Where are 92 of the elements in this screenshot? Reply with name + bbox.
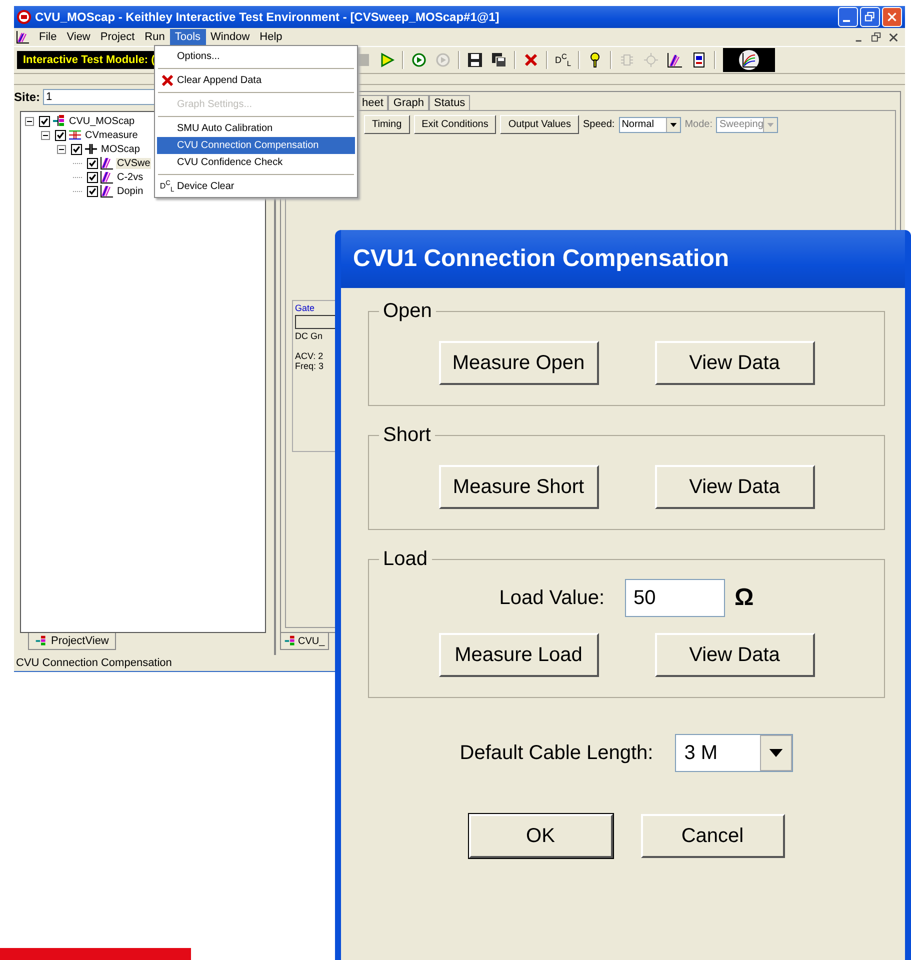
close-icon (886, 11, 898, 23)
hierarchy-icon (52, 114, 66, 128)
graph-icon[interactable] (667, 52, 684, 68)
minimize-button[interactable] (838, 7, 858, 27)
save-icon[interactable] (467, 52, 483, 68)
dialog-button[interactable]: OK (468, 814, 612, 858)
editor-tab[interactable]: Graph (388, 95, 429, 110)
restore-icon (864, 11, 876, 23)
collapse-icon[interactable] (57, 144, 66, 154)
tree-item[interactable]: CVSwe (116, 158, 152, 168)
graph-icon (16, 30, 30, 44)
editor-button[interactable]: Exit Conditions (414, 115, 496, 134)
status-text: CVU Connection Compensation (16, 657, 172, 669)
checkbox[interactable] (55, 130, 66, 140)
dialog-title: CVU1 Connection Compensation (353, 245, 730, 273)
hierarchy-icon (35, 635, 47, 647)
checkbox[interactable] (87, 186, 98, 196)
caret-icon (769, 749, 784, 757)
close-button[interactable] (882, 7, 902, 27)
delete-icon[interactable] (523, 52, 539, 68)
group-title: Open (382, 300, 433, 323)
cable-length-label: Default Cable Length: (460, 742, 654, 764)
editor-tab[interactable]: heet (357, 95, 388, 110)
restore-button[interactable] (860, 7, 880, 27)
cable-length-dropdown[interactable]: 3 M (675, 734, 794, 772)
tree-item[interactable]: Dopin (116, 186, 144, 196)
menu-item[interactable]: View (62, 29, 96, 45)
gate-setting: ACV: 2 (295, 351, 324, 361)
document-tab[interactable]: CVU_ (280, 633, 329, 650)
graph-icon (100, 184, 114, 198)
menu-item[interactable]: Help (254, 29, 288, 45)
menu-item[interactable]: File (34, 29, 62, 45)
speed-label: Speed: (582, 119, 615, 130)
hierarchy-icon (284, 635, 296, 647)
mode-label: Mode: (684, 119, 712, 130)
dialog-button[interactable]: View Data (654, 633, 814, 677)
speed-dropdown[interactable]: Normal (618, 116, 681, 132)
gate-setting: DC Gn (295, 331, 324, 341)
site-label: Site: (14, 90, 40, 104)
play-icon[interactable] (379, 52, 395, 68)
tree-item[interactable]: C-2vs (116, 172, 144, 182)
minimize-icon (843, 20, 850, 22)
collapse-icon[interactable] (25, 116, 34, 126)
menu-item[interactable]: Tools (170, 29, 206, 45)
menu-entry[interactable]: Clear Append Data (157, 72, 355, 89)
menu-entry[interactable]: CVU Connection Compensation (157, 137, 355, 154)
caret-icon (670, 122, 677, 126)
dialog-button[interactable]: View Data (654, 465, 814, 509)
close-icon[interactable] (888, 32, 899, 42)
menu-item[interactable]: Run (140, 29, 170, 45)
dialog-button[interactable]: Cancel (640, 814, 784, 858)
plot-icon[interactable] (723, 48, 776, 72)
menu-entry[interactable]: D$^{C}$$_{L}$ Device Clear (157, 178, 355, 195)
delete-icon (160, 74, 174, 87)
restore-icon[interactable] (871, 32, 882, 42)
menu-item[interactable]: Project (95, 29, 140, 45)
window-title: CVU_MOScap - Keithley Interactive Test Environment - [CVSweep_MOScap#1@1] (35, 10, 500, 24)
tree-item[interactable]: MOScap (100, 144, 141, 154)
project-view-tab[interactable]: ProjectView (28, 633, 116, 650)
group-title: Load (382, 548, 428, 571)
editor-button[interactable]: Timing (364, 115, 410, 134)
sheet-icon[interactable] (691, 52, 708, 68)
dialog-button[interactable]: Measure Short (438, 465, 598, 509)
collapse-icon[interactable] (41, 130, 50, 140)
tree-item[interactable]: CVmeasure (84, 130, 139, 140)
caret-icon (767, 122, 774, 126)
circuit-icon (68, 128, 82, 142)
gate-title: Gate (295, 303, 316, 313)
save-all-icon[interactable] (491, 52, 507, 68)
checkbox[interactable] (39, 116, 50, 126)
capacitor-icon (84, 142, 98, 156)
menu-item[interactable]: Window (206, 29, 255, 45)
menu-entry[interactable]: CVU Confidence Check (157, 154, 355, 171)
editor-tab[interactable]: Status (429, 95, 470, 110)
load-value-field[interactable]: 50 (624, 579, 725, 617)
unit-label: Ω (734, 584, 754, 612)
run-icon[interactable] (411, 52, 427, 68)
load-value-label: Load Value: (499, 586, 605, 610)
graph-icon (100, 156, 114, 170)
editor-button[interactable]: Output Values (500, 115, 579, 134)
app-icon (17, 10, 31, 24)
tree-item[interactable]: CVU_MOScap (68, 116, 136, 126)
dialog-button[interactable]: View Data (654, 341, 814, 385)
menu-entry[interactable]: SMU Auto Calibration (157, 120, 355, 137)
checkbox[interactable] (87, 172, 98, 182)
checkbox[interactable] (87, 158, 98, 168)
group-title: Short (382, 424, 432, 447)
graph-icon (100, 170, 114, 184)
gate-setting: Freq: 3 (295, 361, 325, 371)
dialog-button[interactable]: Measure Open (438, 341, 598, 385)
checkbox[interactable] (71, 144, 82, 154)
dialog-button[interactable]: Measure Load (438, 633, 598, 677)
